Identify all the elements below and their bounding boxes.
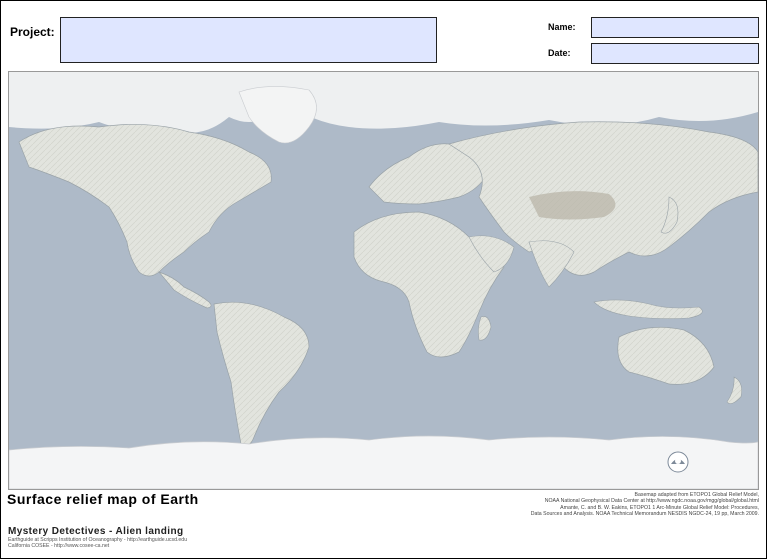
footer-credits: Earthguide at Scripps Institution of Oce… <box>8 537 187 549</box>
credit-line: Data Sources and Analysis. NOAA Technica… <box>530 511 759 518</box>
map-credit: Basemap adapted from ETOPO1 Global Relie… <box>459 492 759 518</box>
date-label: Date: <box>548 48 571 58</box>
project-label: Project: <box>10 25 55 39</box>
himalaya <box>529 191 616 220</box>
name-label: Name: <box>548 22 576 32</box>
noaa-logo-icon <box>667 451 689 473</box>
date-field[interactable] <box>591 43 759 64</box>
world-map-svg <box>9 72 758 489</box>
footer-line: California COSEE - http://www.cosee-ca.n… <box>8 543 110 549</box>
map-title: Surface relief map of Earth <box>7 491 199 507</box>
activity-subtitle: Mystery Detectives - Alien landing <box>8 526 184 537</box>
project-field[interactable] <box>60 17 437 63</box>
world-relief-map <box>8 71 759 490</box>
name-field[interactable] <box>591 17 759 38</box>
